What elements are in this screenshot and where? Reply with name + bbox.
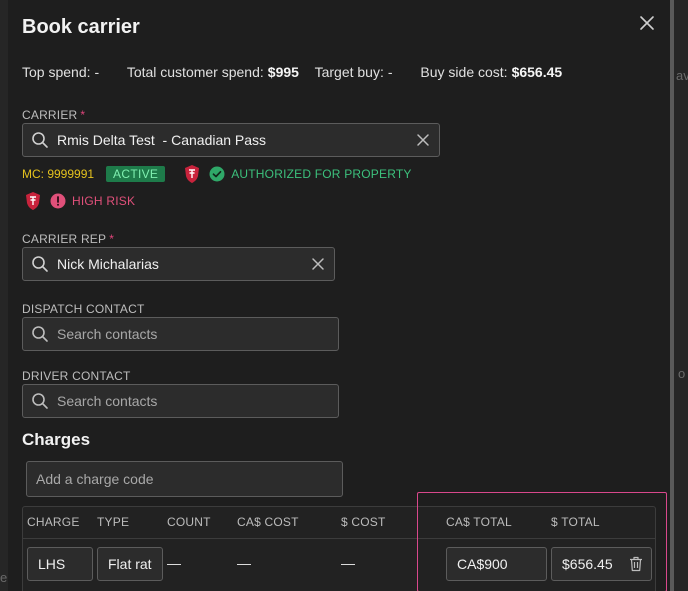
carrier-status-row: MC: 9999991 ACTIVE AUTHORIZED FOR PROPER… [22,164,412,184]
column-header: CA$ COST [237,515,299,529]
alert-circle-icon [50,193,66,209]
search-icon [32,132,48,148]
charges-title: Charges [22,430,91,449]
authorized-text: AUTHORIZED FOR PROPERTY [231,167,412,181]
usd-total-value: $656.45 [562,556,613,572]
background-text-fragment: e [0,570,8,585]
rmis-logo-icon [185,165,200,183]
background-text-fragment: ava [676,68,688,83]
carrier-rep-value: Nick Michalarias [57,256,159,272]
buy-side-cost: Buy side cost: $656.45 [420,64,563,80]
count-value: — [167,555,181,571]
dispatch-contact-field[interactable]: Search contacts [22,317,339,351]
rmis-logo-icon [26,192,40,210]
carrier-value: Rmis Delta Test - Canadian Pass [57,132,267,148]
background-text-fragment: o [678,366,686,381]
driver-contact-label: DRIVER CONTACT [22,369,131,383]
column-header: CHARGE [27,515,80,529]
dispatch-contact-placeholder: Search contacts [57,326,158,342]
carrier-field[interactable]: Rmis Delta Test - Canadian Pass [22,123,440,157]
dispatch-contact-label: DISPATCH CONTACT [22,302,145,316]
status-badge: ACTIVE [106,166,166,182]
usd-cost-value: — [341,555,355,571]
driver-contact-placeholder: Search contacts [57,393,158,409]
book-carrier-modal: Book carrier Top spend: - Total customer … [8,0,670,591]
trash-icon[interactable] [629,556,643,572]
scrollbar[interactable] [670,0,674,591]
carrier-rep-field[interactable]: Nick Michalarias [22,247,335,281]
search-icon [32,393,48,409]
column-header: $ TOTAL [551,515,600,529]
driver-contact-field[interactable]: Search contacts [22,384,339,418]
column-header: TYPE [97,515,130,529]
column-header: COUNT [167,515,211,529]
ca-total-input[interactable]: CA$900 [446,547,547,581]
total-customer-spend: Total customer spend: $995 [126,64,299,80]
charge-code-input[interactable]: LHS [27,547,93,581]
target-buy: Target buy: - [314,64,393,80]
column-header: $ COST [341,515,386,529]
clear-icon[interactable] [311,257,325,271]
carrier-risk-row: HIGH RISK [24,191,135,211]
spend-summary: Top spend: - Total customer spend: $995 Ta… [22,64,574,80]
top-spend: Top spend: - [22,64,100,80]
clear-icon[interactable] [416,133,430,147]
usd-total-input[interactable]: $656.45 [551,547,652,581]
close-icon[interactable] [638,14,656,32]
search-icon [32,326,48,342]
charges-table: CHARGE TYPE COUNT CA$ COST $ COST CA$ TO… [22,506,656,591]
modal-title: Book carrier [22,16,140,38]
risk-text: HIGH RISK [72,194,136,208]
carrier-label: CARRIER * [22,108,86,122]
divider [23,538,655,539]
add-charge-code-input[interactable]: Add a charge code [26,461,343,497]
carrier-rep-label: CARRIER REP * [22,232,115,246]
mc-number: MC: 9999991 [22,167,95,181]
search-icon [32,256,48,272]
charge-type-select[interactable]: Flat rat [97,547,163,581]
column-header: CA$ TOTAL [446,515,512,529]
check-circle-icon [209,166,225,182]
ca-cost-value: — [237,555,251,571]
